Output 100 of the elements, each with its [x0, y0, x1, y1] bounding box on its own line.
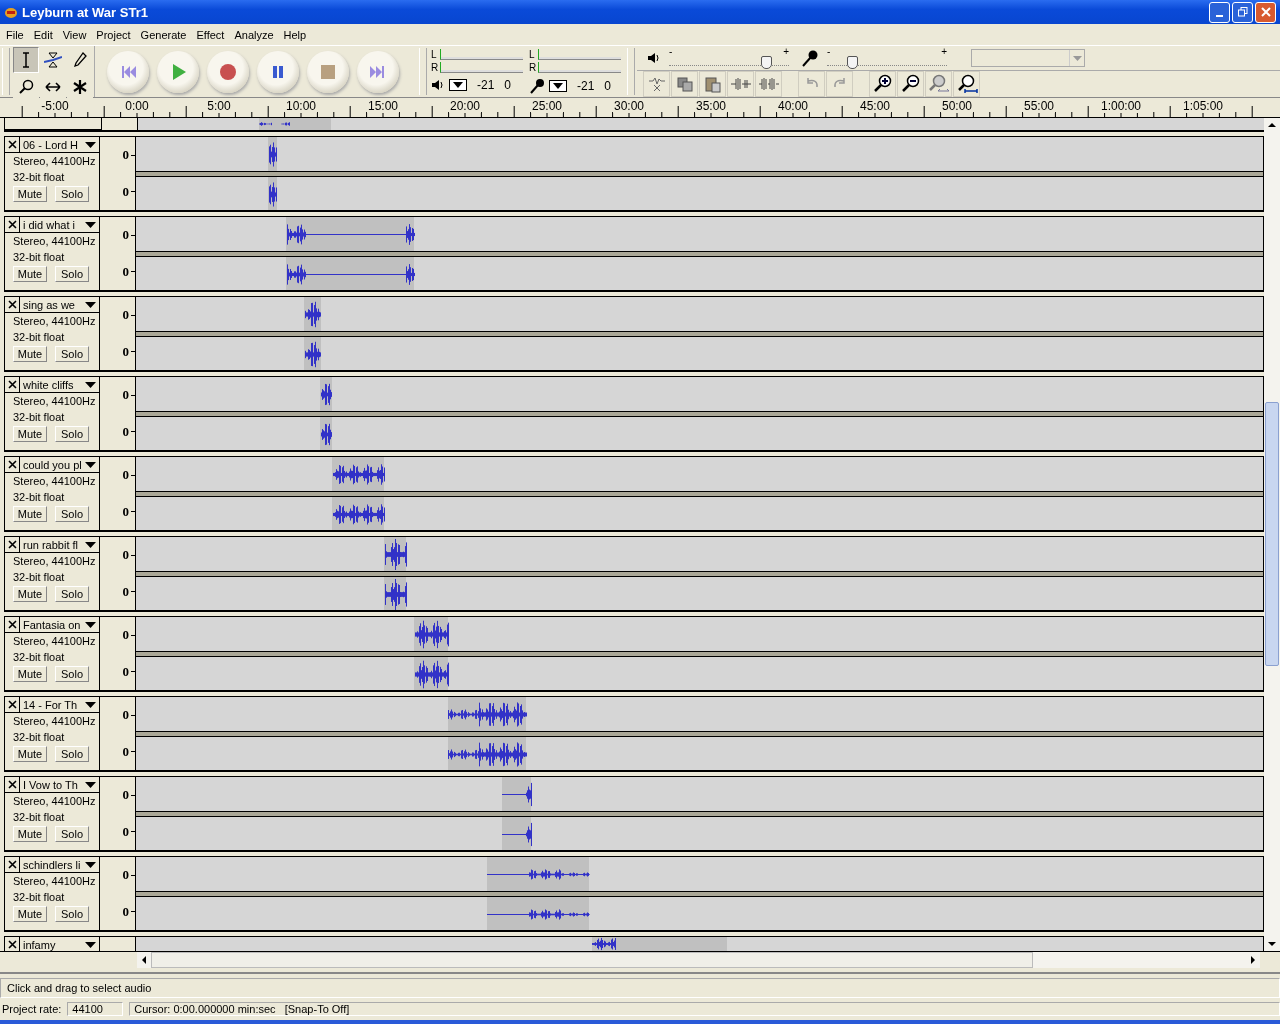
mute-button[interactable]: Mute [13, 906, 47, 922]
track-sample-format-label: 32-bit float [12, 890, 66, 905]
track-format-label: Stereo, 44100Hz [12, 794, 97, 809]
close-icon [7, 940, 17, 949]
meter-menu-button[interactable] [449, 79, 467, 91]
amplitude-scale-label: 0 [122, 583, 129, 600]
close-button[interactable] [1255, 1, 1276, 23]
restore-button[interactable] [1232, 1, 1253, 23]
trim-button[interactable] [643, 71, 670, 97]
solo-button[interactable]: Solo [55, 186, 89, 202]
track-format-label: Stereo, 44100Hz [12, 234, 97, 249]
caret-icon [85, 941, 96, 948]
project-rate-field[interactable]: 44100 [67, 1002, 124, 1016]
mute-button[interactable]: Mute [13, 186, 47, 202]
waveform-drawing [414, 617, 449, 651]
menu-item[interactable]: File [1, 28, 29, 41]
mute-button[interactable]: Mute [13, 826, 47, 842]
waveform-drawing [259, 118, 331, 130]
skip-to-start-button[interactable] [107, 50, 149, 93]
amplitude-scale-label: 0 [122, 627, 129, 644]
play-button[interactable] [157, 50, 199, 93]
solo-button[interactable]: Solo [55, 826, 89, 842]
ruler-time-label: -5:00 [40, 99, 70, 113]
zoom-in-button[interactable] [869, 71, 896, 97]
mute-button[interactable]: Mute [13, 426, 47, 442]
input-source-dropdown[interactable] [971, 49, 1085, 67]
menu-item[interactable]: Generate [135, 28, 192, 41]
ruler-time-label: 45:00 [859, 99, 891, 113]
scrollbar-thumb[interactable] [1265, 402, 1279, 666]
solo-button[interactable]: Solo [55, 906, 89, 922]
record-button[interactable] [207, 50, 249, 93]
track-sample-format-label: 32-bit float [12, 650, 66, 665]
copy-button[interactable] [671, 71, 698, 97]
waveform-drawing [304, 297, 321, 331]
solo-button[interactable]: Solo [55, 266, 89, 282]
scrollbar-thumb[interactable] [151, 952, 1033, 968]
menu-item[interactable]: Project [91, 28, 136, 41]
amplitude-scale-label: 0 [122, 263, 129, 280]
close-icon [7, 300, 17, 309]
amplitude-scale-label: 0 [122, 147, 129, 164]
mute-button[interactable]: Mute [13, 666, 47, 682]
fit-selection-button[interactable] [925, 71, 952, 97]
paste-button[interactable] [699, 71, 726, 97]
toolbar-grip[interactable] [2, 48, 10, 95]
input-volume-slider[interactable]: - + [827, 47, 947, 69]
fit-project-button[interactable] [953, 71, 980, 97]
ruler-time-label: 15:00 [367, 99, 399, 113]
ruler-time-label: 35:00 [695, 99, 727, 113]
menu-item[interactable]: Edit [28, 28, 58, 41]
close-icon [7, 460, 17, 469]
solo-button[interactable]: Solo [55, 746, 89, 762]
mute-button[interactable]: Mute [13, 266, 47, 282]
menu-item[interactable]: View [57, 28, 92, 41]
solo-button[interactable]: Solo [55, 426, 89, 442]
output-volume-slider[interactable]: - + [669, 47, 789, 69]
amplitude-scale-label: 0 [122, 387, 129, 404]
waveform-icon [729, 75, 752, 93]
menu-item[interactable]: Effect [191, 28, 230, 41]
horizontal-scrollbar[interactable] [137, 952, 1260, 968]
scissors-icon [646, 75, 667, 93]
caret-icon [85, 301, 96, 308]
pause-button[interactable] [257, 50, 299, 93]
waveform-drawing [304, 336, 321, 370]
menu-item[interactable]: Analyze [229, 28, 279, 41]
mute-button[interactable]: Mute [13, 746, 47, 762]
caret-icon [85, 701, 96, 708]
solo-button[interactable]: Solo [55, 506, 89, 522]
track-format-label: Stereo, 44100Hz [12, 394, 97, 409]
toolbar-grip[interactable] [627, 48, 635, 95]
zoom-out-button[interactable] [897, 71, 924, 97]
slider-thumb[interactable] [761, 56, 772, 69]
track-sample-format-label: 32-bit float [12, 490, 66, 505]
mute-button[interactable]: Mute [13, 586, 47, 602]
slider-thumb[interactable] [847, 56, 858, 69]
solo-button[interactable]: Solo [55, 666, 89, 682]
track-format-label: Stereo, 44100Hz [12, 314, 97, 329]
mute-button[interactable]: Mute [13, 346, 47, 362]
menu-item[interactable]: Help [278, 28, 312, 41]
mute-button[interactable]: Mute [13, 506, 47, 522]
skip-to-end-button[interactable] [357, 50, 399, 93]
plus-label: + [941, 47, 947, 57]
amplitude-scale-label: 0 [122, 307, 129, 324]
solo-button[interactable]: Solo [55, 346, 89, 362]
amplitude-scale-label: 0 [122, 423, 129, 440]
toolbar-grip[interactable] [419, 48, 427, 95]
selection-tool-button[interactable] [13, 47, 39, 73]
meter-scale-label: 0 [504, 78, 512, 92]
minimize-button[interactable] [1209, 1, 1230, 23]
track-sample-format-label: 32-bit float [12, 810, 66, 825]
amplitude-scale-label: 0 [122, 227, 129, 244]
ruler-time-label: 40:00 [777, 99, 809, 113]
asterisk-icon [71, 78, 89, 96]
cursor-position-text: Cursor: 0:00.000000 min:sec [Snap-To Off] [129, 1002, 1280, 1016]
solo-button[interactable]: Solo [55, 586, 89, 602]
waveform-drawing [384, 576, 407, 610]
waveform-drawing [268, 176, 277, 210]
caret-icon [85, 861, 96, 868]
meter-menu-button[interactable] [549, 80, 567, 92]
waveform-drawing [501, 777, 532, 811]
vertical-scrollbar[interactable] [1264, 118, 1280, 951]
